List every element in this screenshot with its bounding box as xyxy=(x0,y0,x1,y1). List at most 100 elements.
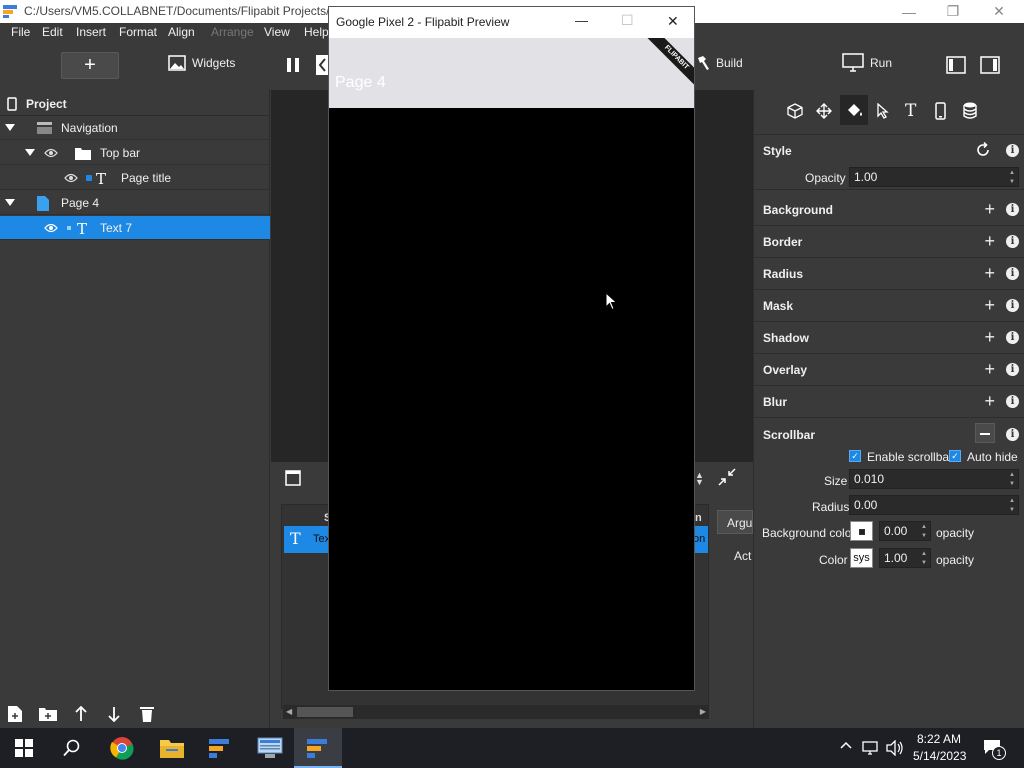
move-down-icon[interactable] xyxy=(107,706,121,722)
section-blur[interactable]: Blur + i xyxy=(754,386,1024,418)
cube-icon[interactable] xyxy=(787,103,803,119)
build-button[interactable]: Build xyxy=(696,55,743,71)
menu-file[interactable]: File xyxy=(11,25,30,39)
menu-view[interactable]: View xyxy=(264,25,290,39)
search-icon xyxy=(63,739,81,757)
search-button[interactable] xyxy=(48,728,96,768)
new-folder-icon[interactable] xyxy=(39,707,57,721)
info-icon[interactable]: i xyxy=(1006,144,1019,157)
window-icon[interactable] xyxy=(285,470,301,486)
color-opacity-input[interactable]: 1.00 ▲ ▼ xyxy=(879,548,931,568)
widgets-button[interactable]: Widgets xyxy=(168,55,235,71)
mobile-icon[interactable] xyxy=(935,102,946,120)
add-icon[interactable]: + xyxy=(984,263,995,284)
collapse-triangle-icon[interactable] xyxy=(5,124,15,131)
info-icon[interactable]: i xyxy=(1006,299,1019,312)
style-tab[interactable] xyxy=(840,95,868,125)
chevron-up-icon[interactable] xyxy=(840,741,852,749)
new-page-icon[interactable] xyxy=(8,706,22,722)
move-up-icon[interactable] xyxy=(74,706,88,722)
close-button[interactable]: ✕ xyxy=(976,0,1022,23)
reset-icon[interactable] xyxy=(975,142,991,158)
opacity-input[interactable]: 1.00 ▲ ▼ xyxy=(849,167,1019,187)
horizontal-scrollbar[interactable]: ◀ ▶ xyxy=(283,705,709,719)
maximize-button[interactable]: ❐ xyxy=(930,0,976,23)
info-icon[interactable]: i xyxy=(1006,395,1019,408)
tree-item-navigation[interactable]: Navigation xyxy=(0,116,270,140)
add-icon[interactable]: + xyxy=(984,199,995,220)
collapse-triangle-icon[interactable] xyxy=(25,149,35,156)
color-swatch[interactable]: sys xyxy=(850,548,873,568)
tree-item-page-4[interactable]: Page 4 xyxy=(0,191,270,215)
menu-arrange[interactable]: Arrange xyxy=(211,25,254,39)
enable-scrollbar-checkbox[interactable]: ✓ xyxy=(849,450,861,462)
add-icon[interactable]: + xyxy=(984,327,995,348)
menu-edit[interactable]: Edit xyxy=(42,25,63,39)
pause-button[interactable] xyxy=(286,57,300,73)
preview-maximize-button[interactable]: ☐ xyxy=(621,12,634,29)
collapse-section-button[interactable] xyxy=(975,423,995,443)
info-icon[interactable]: i xyxy=(1006,235,1019,248)
taskbar-file-explorer[interactable] xyxy=(148,728,196,768)
menu-align[interactable]: Align xyxy=(168,25,195,39)
scrollbar-radius-input[interactable]: 0.00 ▲ ▼ xyxy=(849,495,1019,515)
trash-icon[interactable] xyxy=(140,706,154,722)
database-icon[interactable] xyxy=(963,102,977,119)
preview-close-button[interactable]: ✕ xyxy=(667,13,679,30)
section-background[interactable]: Background + i xyxy=(754,194,1024,226)
menu-help[interactable]: Help xyxy=(304,25,329,39)
clock-date[interactable]: 5/14/2023 xyxy=(913,749,966,763)
preview-window[interactable]: Google Pixel 2 - Flipabit Preview — ☐ ✕ … xyxy=(328,6,695,691)
notification-button[interactable]: 1 xyxy=(983,738,1007,760)
section-radius[interactable]: Radius + i xyxy=(754,258,1024,290)
menu-insert[interactable]: Insert xyxy=(76,25,106,39)
tree-item-top-bar[interactable]: Top bar xyxy=(0,141,270,165)
taskbar-network-app[interactable] xyxy=(246,728,294,768)
add-icon[interactable]: + xyxy=(984,295,995,316)
section-border[interactable]: Border + i xyxy=(754,226,1024,258)
network-icon[interactable] xyxy=(862,740,880,756)
minimize-button[interactable]: — xyxy=(886,0,932,23)
background-color-swatch[interactable] xyxy=(850,521,873,541)
eye-icon[interactable] xyxy=(64,173,78,183)
taskbar-flipabit-active[interactable] xyxy=(294,728,342,768)
info-icon[interactable]: i xyxy=(1006,203,1019,216)
info-icon[interactable]: i xyxy=(1006,331,1019,344)
tree-item-text-7[interactable]: T Text 7 xyxy=(0,216,270,240)
back-button[interactable] xyxy=(316,55,328,75)
auto-hide-checkbox[interactable]: ✓ xyxy=(949,450,961,462)
collapse-icon[interactable] xyxy=(718,468,736,486)
background-opacity-input[interactable]: 0.00 ▲ ▼ xyxy=(879,521,931,541)
collapse-triangle-icon[interactable] xyxy=(5,199,15,206)
add-icon[interactable]: + xyxy=(984,359,995,380)
text-icon[interactable]: T xyxy=(905,101,916,121)
add-icon[interactable]: + xyxy=(984,391,995,412)
move-icon[interactable] xyxy=(816,103,832,119)
scrollbar-size-input[interactable]: 0.010 ▲ ▼ xyxy=(849,469,1019,489)
clock-time[interactable]: 8:22 AM xyxy=(917,732,961,746)
computer-network-icon xyxy=(257,737,283,759)
tree-item-page-title[interactable]: T Page title xyxy=(0,166,270,190)
left-panel-toggle[interactable] xyxy=(946,56,966,74)
eye-icon[interactable] xyxy=(44,148,58,158)
spin-arrows-icon[interactable]: ▲ ▼ xyxy=(695,471,704,487)
add-button[interactable]: + xyxy=(61,52,119,79)
section-overlay[interactable]: Overlay + i xyxy=(754,354,1024,386)
right-panel-toggle[interactable] xyxy=(980,56,1000,74)
section-shadow[interactable]: Shadow + i xyxy=(754,322,1024,354)
eye-icon[interactable] xyxy=(44,223,58,233)
info-icon[interactable]: i xyxy=(1006,428,1019,441)
start-button[interactable] xyxy=(0,728,48,768)
volume-icon[interactable] xyxy=(886,740,904,756)
taskbar-chrome[interactable] xyxy=(98,728,146,768)
info-icon[interactable]: i xyxy=(1006,363,1019,376)
info-icon[interactable]: i xyxy=(1006,267,1019,280)
preview-minimize-button[interactable]: — xyxy=(575,13,588,28)
run-button[interactable]: Run xyxy=(842,53,892,73)
cursor-icon[interactable] xyxy=(876,103,890,119)
taskbar-flipabit-1[interactable] xyxy=(196,728,244,768)
menu-format[interactable]: Format xyxy=(119,25,157,39)
add-icon[interactable]: + xyxy=(984,231,995,252)
tab-arguments[interactable]: Argu xyxy=(717,510,753,534)
section-mask[interactable]: Mask + i xyxy=(754,290,1024,322)
